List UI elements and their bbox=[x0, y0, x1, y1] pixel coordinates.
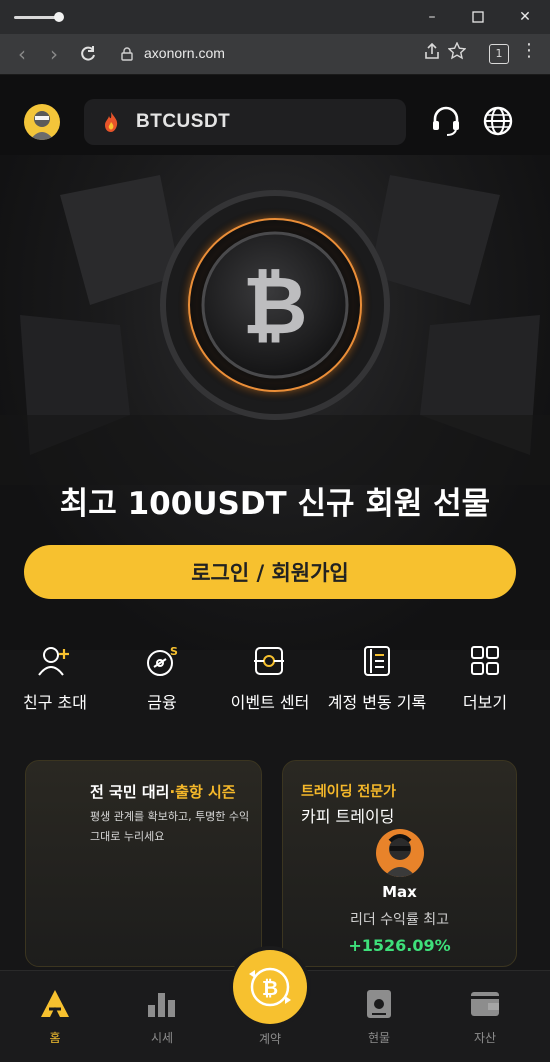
browser-address-bar: ‹ › axonorn.com 1 ⋮ bbox=[0, 34, 550, 75]
market-chart-icon bbox=[148, 993, 175, 1017]
copy-card-title: 카피 트레이딩 bbox=[301, 807, 395, 826]
svg-text:₿: ₿ bbox=[242, 259, 307, 352]
app-header: BTCUSDT bbox=[0, 75, 550, 155]
tab-contract-label: 계약 bbox=[258, 1032, 282, 1046]
promo-desc-line: 그대로 누리세요 bbox=[90, 830, 165, 843]
svg-text:S: S bbox=[170, 645, 178, 658]
trader-return-value: +1526.09% bbox=[348, 936, 451, 955]
bookmark-star-icon[interactable] bbox=[447, 41, 467, 64]
browser-menu-icon[interactable]: ⋮ bbox=[520, 40, 538, 61]
tab-label: 현물 bbox=[367, 1031, 391, 1045]
add-friend-icon bbox=[38, 647, 69, 676]
menu-account-records[interactable]: 계정 변동 기록 bbox=[322, 645, 432, 715]
tab-label: 홈 bbox=[49, 1031, 61, 1045]
tab-spot[interactable]: 현물 bbox=[344, 983, 414, 1053]
tab-label: 자산 bbox=[473, 1031, 497, 1045]
reload-icon[interactable] bbox=[76, 42, 100, 66]
menu-more[interactable]: 더보기 bbox=[430, 645, 540, 715]
tab-home[interactable]: 홈 bbox=[20, 983, 90, 1053]
maximize-icon[interactable] bbox=[467, 7, 489, 27]
menu-label: 계정 변동 기록 bbox=[327, 693, 427, 712]
assets-wallet-icon bbox=[471, 992, 499, 1016]
spot-wallet-icon bbox=[367, 990, 391, 1018]
promo-headline: 최고 100USDT 신규 회원 선물 bbox=[59, 486, 491, 522]
user-avatar[interactable] bbox=[24, 104, 60, 140]
tab-count-icon[interactable]: 1 bbox=[489, 44, 509, 64]
menu-event-center[interactable]: 이벤트 센터 bbox=[215, 645, 325, 715]
bitcoin-exchange-icon: ₿ bbox=[249, 967, 291, 1007]
finance-icon: S bbox=[147, 645, 178, 676]
menu-finance[interactable]: S 금융 bbox=[107, 645, 217, 715]
contract-fab-button[interactable]: ₿ bbox=[233, 950, 307, 1024]
home-logo-icon bbox=[41, 990, 69, 1017]
slider-knob[interactable] bbox=[54, 12, 64, 22]
promo-card-description: 평생 관계를 확보하고, 투명한 수익 그대로 누리세요 bbox=[90, 807, 249, 847]
back-icon[interactable]: ‹ bbox=[10, 42, 34, 66]
promo-card-title-highlight: ·출항 시즌 bbox=[169, 783, 236, 801]
menu-label: 더보기 bbox=[462, 693, 508, 712]
login-signup-button[interactable]: 로그인 / 회원가입 bbox=[24, 545, 516, 599]
menu-label: 친구 초대 bbox=[23, 693, 87, 712]
bitcoin-vault-illustration: ₿ bbox=[0, 175, 550, 485]
agent-promo-card[interactable]: 전 국민 대리·출항 시즌 평생 관계를 확보하고, 투명한 수익 그대로 누리… bbox=[25, 760, 262, 967]
trader-avatar[interactable] bbox=[376, 829, 424, 877]
event-center-icon bbox=[254, 647, 284, 675]
menu-label: 이벤트 센터 bbox=[230, 693, 310, 712]
lock-icon bbox=[121, 47, 133, 61]
trader-metric-label: 리더 수익률 최고 bbox=[349, 912, 450, 928]
tab-assets[interactable]: 자산 bbox=[450, 983, 520, 1053]
share-icon[interactable] bbox=[424, 42, 440, 64]
close-icon[interactable]: ✕ bbox=[514, 7, 536, 27]
url-text: axonorn.com bbox=[144, 45, 225, 61]
promo-desc-line: 평생 관계를 확보하고, 투명한 수익 bbox=[90, 810, 250, 823]
more-grid-icon bbox=[471, 646, 499, 675]
minimize-icon[interactable]: – bbox=[421, 7, 443, 27]
headset-support-icon[interactable] bbox=[430, 105, 462, 137]
flame-icon bbox=[105, 112, 118, 132]
promo-card-title-main: 전 국민 대리 bbox=[90, 783, 170, 801]
menu-invite-friend[interactable]: 친구 초대 bbox=[0, 645, 110, 715]
copy-card-tag: 트레이딩 전문가 bbox=[301, 784, 397, 800]
tab-market[interactable]: 시세 bbox=[127, 983, 197, 1053]
account-record-icon bbox=[364, 646, 390, 676]
svg-text:₿: ₿ bbox=[262, 976, 278, 1000]
tab-label: 시세 bbox=[150, 1031, 174, 1045]
menu-label: 금융 bbox=[147, 693, 177, 712]
globe-language-icon[interactable] bbox=[482, 105, 514, 137]
browser-titlebar: – ✕ bbox=[0, 0, 550, 34]
promo-card-title: 전 국민 대리·출항 시즌 bbox=[90, 781, 236, 802]
ticker-symbol: BTCUSDT bbox=[136, 111, 231, 132]
ticker-selector[interactable]: BTCUSDT bbox=[84, 99, 406, 145]
copy-trading-card[interactable]: 트레이딩 전문가 카피 트레이딩 Max 리더 수익률 최고 +1526.09% bbox=[282, 760, 517, 967]
trader-name: Max bbox=[382, 883, 417, 901]
forward-icon[interactable]: › bbox=[42, 42, 66, 66]
